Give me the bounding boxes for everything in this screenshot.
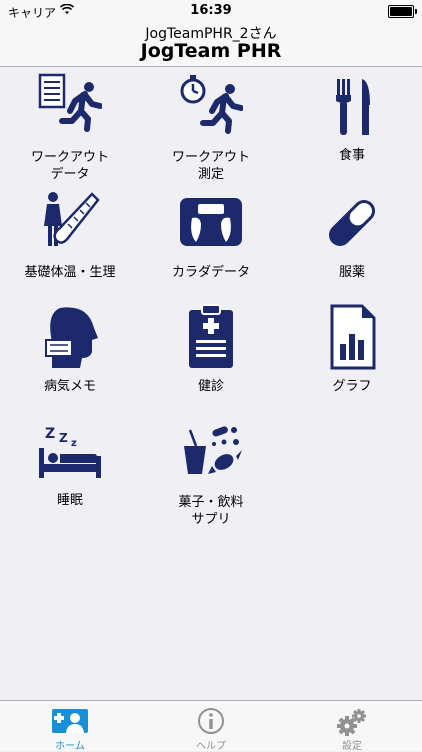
graph-icon [330,304,376,370]
menu-basal-temperature[interactable]: 基礎体温・生理 [0,184,140,296]
svg-text:z: z [71,438,77,449]
meal-icon [336,79,370,135]
tab-bar: ホーム ヘルプ 設定 [0,700,422,752]
status-bar: キャリア 16:39 [0,0,422,22]
basal-temperature-icon [44,192,100,246]
menu-workout-measure-label: ワークアウト 測定 [171,150,250,182]
clock: 16:39 [190,3,232,18]
help-icon [198,708,224,734]
menu-graph[interactable]: グラフ [282,298,422,410]
menu-sleep[interactable]: Z Z z 睡眠 [0,412,140,524]
illness-memo-icon [45,307,98,368]
menu-snack-drink-label: 菓子・飲料 サプリ [178,495,244,527]
workout-data-icon [38,73,102,132]
menu-illness-memo[interactable]: 病気メモ [0,298,140,410]
menu-medication[interactable]: 服薬 [282,184,422,296]
menu-checkup[interactable]: 健診 [141,298,281,410]
snack-drink-icon [184,426,242,474]
menu-meal-label: 食事 [338,148,365,163]
body-data-icon [180,198,242,246]
tab-settings[interactable]: 設定 [282,701,422,752]
menu-basal-temperature-label: 基礎体温・生理 [24,265,116,280]
tab-help[interactable]: ヘルプ [141,701,281,752]
menu-sleep-label: 睡眠 [56,493,83,508]
svg-text:Z: Z [45,426,55,442]
medication-icon [328,199,376,247]
tab-home[interactable]: ホーム [0,701,140,752]
checkup-icon [189,304,233,368]
battery-icon [388,5,417,18]
menu-graph-label: グラフ [332,379,372,394]
app-title: JogTeam PHR [140,40,282,62]
menu-workout-data-label: ワークアウト データ [30,150,109,182]
navigation-bar: JogTeamPHR_2さん JogTeam PHR [0,22,422,67]
menu-medication-label: 服薬 [338,265,365,280]
sleep-icon: Z Z z [39,426,101,478]
menu-body-data[interactable]: カラダデータ [141,184,281,296]
menu-workout-data[interactable]: ワークアウト データ [0,67,140,182]
svg-text:Z: Z [59,431,68,445]
menu-snack-drink[interactable]: 菓子・飲料 サプリ [141,412,281,527]
home-icon [52,709,88,733]
workout-measure-icon [180,75,243,134]
menu-illness-memo-label: 病気メモ [43,379,96,394]
menu-body-data-label: カラダデータ [171,265,250,280]
menu-workout-measure[interactable]: ワークアウト 測定 [141,67,281,182]
settings-icon [337,709,366,736]
menu-checkup-label: 健診 [197,379,224,394]
menu-meal[interactable]: 食事 [282,67,422,179]
